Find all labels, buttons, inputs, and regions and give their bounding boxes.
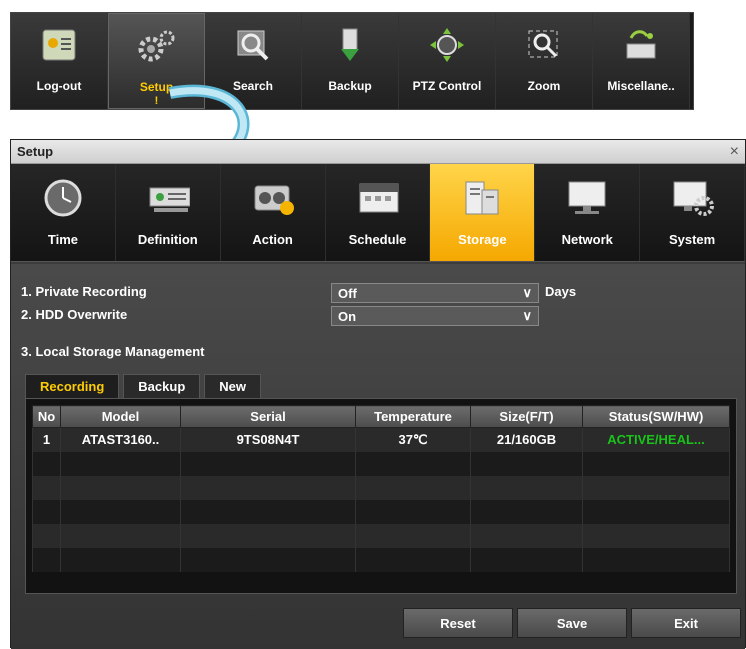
tab-action[interactable]: Action <box>221 164 326 261</box>
zoom-icon <box>524 25 564 65</box>
save-button[interactable]: Save <box>517 608 627 638</box>
col-serial[interactable]: Serial <box>180 405 356 428</box>
menu-ptz-label: PTZ Control <box>412 79 482 93</box>
dialog-buttons: Reset Save Exit <box>399 608 741 638</box>
backup-icon <box>330 25 370 65</box>
exit-button[interactable]: Exit <box>631 608 741 638</box>
logout-icon <box>39 25 79 65</box>
action-icon <box>251 176 295 220</box>
menu-zoom-label: Zoom <box>527 79 561 93</box>
tab-network[interactable]: Network <box>535 164 641 261</box>
local-storage-label: 3. Local Storage Management <box>21 344 205 359</box>
private-recording-label: 1. Private Recording <box>21 284 147 299</box>
hdd-overwrite-value: On <box>338 308 357 324</box>
subtab-new[interactable]: New <box>204 374 261 398</box>
menu-misc[interactable]: Miscellane.. <box>593 13 690 109</box>
top-menu-bar: Log-out Setup ! Search Backup PTZ Contro… <box>10 12 694 110</box>
camera-icon <box>146 176 190 220</box>
misc-icon <box>621 25 661 65</box>
tab-storage-label: Storage <box>458 232 507 247</box>
tab-time[interactable]: Time <box>11 164 116 261</box>
clock-icon <box>41 176 85 220</box>
col-size[interactable]: Size(F/T) <box>470 405 583 428</box>
cell-no: 1 <box>32 427 61 452</box>
tab-system-label: System <box>668 232 716 247</box>
subtab-recording[interactable]: Recording <box>25 374 120 398</box>
active-marker: ! <box>154 95 159 107</box>
cell-model: ATAST3160.. <box>60 427 181 452</box>
private-recording-unit: Days <box>545 284 577 299</box>
menu-backup[interactable]: Backup <box>302 13 399 109</box>
tab-definition-label: Definition <box>137 232 198 247</box>
calendar-icon <box>356 176 400 220</box>
menu-backup-label: Backup <box>328 79 372 93</box>
tab-network-label: Network <box>561 232 613 247</box>
setup-category-bar: Time Definition Action Schedule Storage <box>11 164 746 262</box>
menu-misc-label: Miscellane.. <box>607 79 675 93</box>
storage-icon <box>460 176 504 220</box>
monitor-icon <box>565 176 609 220</box>
hdd-overwrite-select[interactable]: On ∨ <box>331 306 539 326</box>
col-status[interactable]: Status(SW/HW) <box>582 405 730 428</box>
system-icon <box>670 176 715 220</box>
chevron-down-icon: ∨ <box>522 285 532 300</box>
hdd-overwrite-label: 2. HDD Overwrite <box>21 307 128 322</box>
gear-icon <box>137 26 177 66</box>
cell-status: ACTIVE/HEAL... <box>582 427 730 452</box>
tab-system[interactable]: System <box>640 164 746 261</box>
col-model[interactable]: Model <box>60 405 181 428</box>
ptz-icon <box>427 25 467 65</box>
tab-definition[interactable]: Definition <box>116 164 221 261</box>
menu-logout-label: Log-out <box>36 79 82 93</box>
table-row <box>32 475 730 500</box>
menu-search-label: Search <box>232 79 274 93</box>
table-row <box>32 499 730 524</box>
private-recording-value: Off <box>338 285 357 301</box>
menu-setup-label: Setup <box>139 80 174 94</box>
menu-search[interactable]: Search <box>205 13 302 109</box>
chevron-down-icon: ∨ <box>522 308 532 323</box>
tab-schedule-label: Schedule <box>348 232 407 247</box>
tab-action-label: Action <box>252 232 293 247</box>
table-row <box>32 523 730 548</box>
subtab-backup[interactable]: Backup <box>123 374 201 398</box>
dialog-titlebar: Setup × <box>11 140 745 164</box>
cell-size: 21/160GB <box>470 427 583 452</box>
table-row <box>32 547 730 572</box>
menu-ptz[interactable]: PTZ Control <box>399 13 496 109</box>
tab-storage[interactable]: Storage <box>430 164 536 261</box>
search-icon <box>233 25 273 65</box>
tab-schedule[interactable]: Schedule <box>326 164 431 261</box>
close-icon[interactable]: × <box>730 143 739 161</box>
storage-table-box: No Model Serial Temperature Size(F/T) St… <box>25 398 737 594</box>
menu-logout[interactable]: Log-out <box>11 13 108 109</box>
col-temperature[interactable]: Temperature <box>355 405 471 428</box>
cell-temperature: 37℃ <box>355 427 471 452</box>
private-recording-select[interactable]: Off ∨ <box>331 283 539 303</box>
setup-dialog: Setup × Time Definition Action Schedule … <box>10 139 746 649</box>
reset-button[interactable]: Reset <box>403 608 513 638</box>
tab-time-label: Time <box>47 232 78 247</box>
storage-content: 1. Private Recording Off ∨ Days 2. HDD O… <box>11 264 745 649</box>
storage-table: No Model Serial Temperature Size(F/T) St… <box>32 405 730 572</box>
cell-serial: 9TS08N4T <box>180 427 356 452</box>
table-row <box>32 451 730 476</box>
storage-subtabs: Recording Backup New <box>25 374 265 398</box>
dialog-title: Setup <box>17 144 54 159</box>
table-row[interactable]: 1 ATAST3160.. 9TS08N4T 37℃ 21/160GB ACTI… <box>32 427 730 452</box>
menu-setup[interactable]: Setup ! <box>108 13 205 109</box>
col-no[interactable]: No <box>32 405 61 428</box>
menu-zoom[interactable]: Zoom <box>496 13 593 109</box>
